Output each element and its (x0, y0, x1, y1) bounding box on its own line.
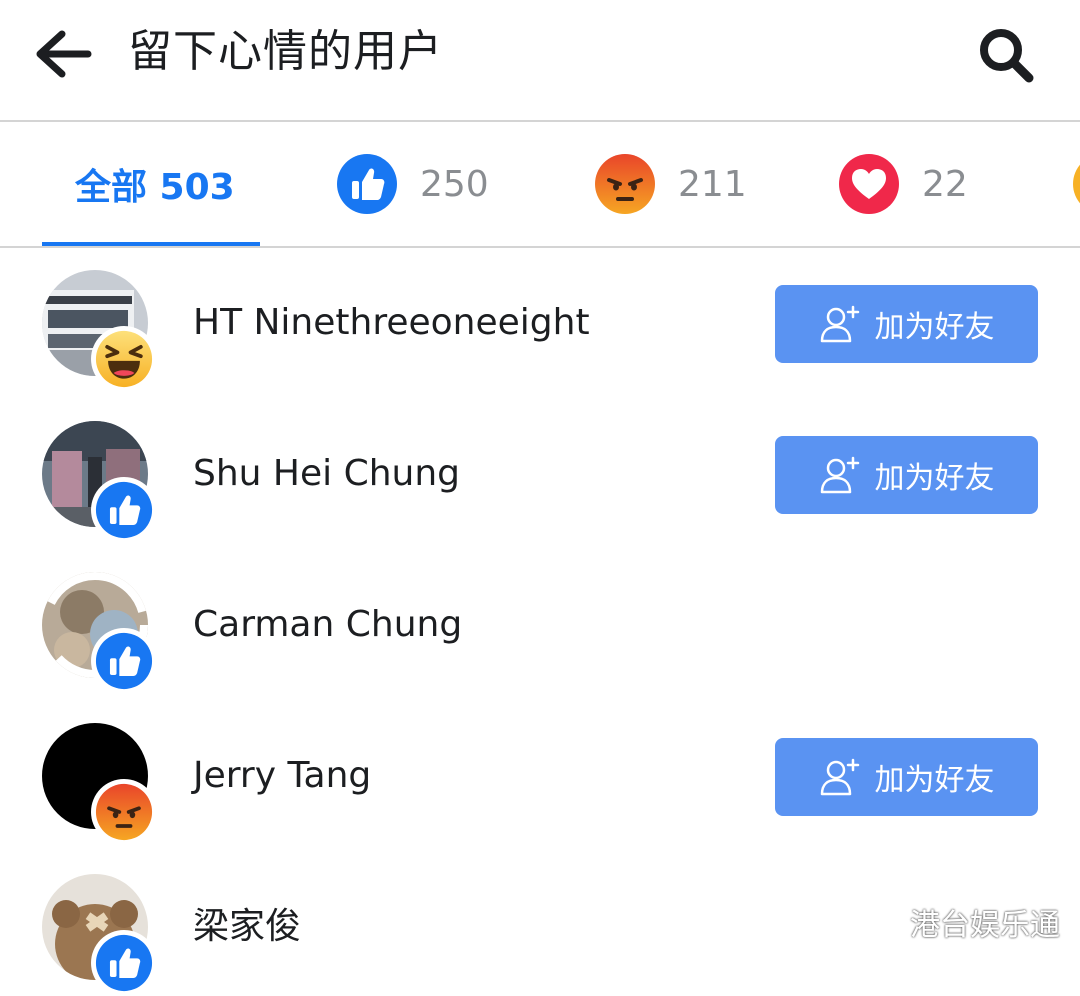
add-friend-label: 加为好友 (874, 310, 995, 345)
tab-angry[interactable]: 211 (594, 122, 747, 246)
add-friend-button[interactable]: 加为好友 (775, 436, 1038, 514)
like-icon (95, 481, 153, 539)
user-name[interactable]: 梁家俊 (193, 902, 301, 952)
heart-icon (839, 154, 899, 214)
tab-love[interactable]: 22 (838, 122, 968, 246)
tab-all[interactable]: 全部 503 (75, 122, 235, 246)
add-friend-button[interactable]: 加为好友 (775, 738, 1038, 816)
back-arrow-icon[interactable] (30, 26, 94, 82)
add-friend-label: 加为好友 (874, 461, 995, 496)
user-name[interactable]: Carman Chung (193, 600, 462, 650)
like-icon (95, 632, 153, 690)
reaction-tabs: 全部 503 250 211 22 (0, 122, 1080, 246)
list-item[interactable]: Shu Hei Chung 加为好友 (0, 399, 1080, 550)
tab-like-count: 250 (420, 163, 489, 205)
tab-like[interactable]: 250 (336, 122, 489, 246)
user-name[interactable]: Jerry Tang (193, 751, 371, 801)
page-title: 留下心情的用户 (128, 26, 443, 77)
watermark: 港台娱乐通 (910, 908, 1060, 943)
haha-reaction-badge (91, 326, 157, 392)
angry-icon (595, 154, 655, 214)
haha-icon (1073, 164, 1080, 204)
like-reaction-badge (91, 477, 157, 543)
tab-haha[interactable] (1072, 122, 1080, 246)
list-item[interactable]: Jerry Tang 加为好友 (0, 701, 1080, 852)
list-item[interactable]: HT Ninethreeoneeight 加为好友 (0, 248, 1080, 399)
tab-all-label: 全部 503 (75, 167, 235, 208)
app-header: 留下心情的用户 (0, 0, 1080, 120)
add-friend-icon (820, 305, 859, 343)
search-icon[interactable] (974, 24, 1038, 84)
tab-love-count: 22 (922, 163, 968, 205)
haha-icon (95, 330, 153, 388)
add-friend-label: 加为好友 (874, 763, 995, 798)
add-friend-icon (820, 758, 859, 796)
user-name[interactable]: Shu Hei Chung (193, 449, 460, 499)
add-friend-button[interactable]: 加为好友 (775, 285, 1038, 363)
like-icon (95, 934, 153, 992)
like-reaction-badge (91, 930, 157, 996)
like-reaction-badge (91, 628, 157, 694)
angry-icon (95, 783, 153, 841)
add-friend-icon (820, 456, 859, 494)
tab-angry-count: 211 (678, 163, 747, 205)
like-icon (337, 154, 397, 214)
angry-reaction-badge (91, 779, 157, 845)
user-name[interactable]: HT Ninethreeoneeight (193, 298, 590, 348)
list-item[interactable]: Carman Chung (0, 550, 1080, 701)
